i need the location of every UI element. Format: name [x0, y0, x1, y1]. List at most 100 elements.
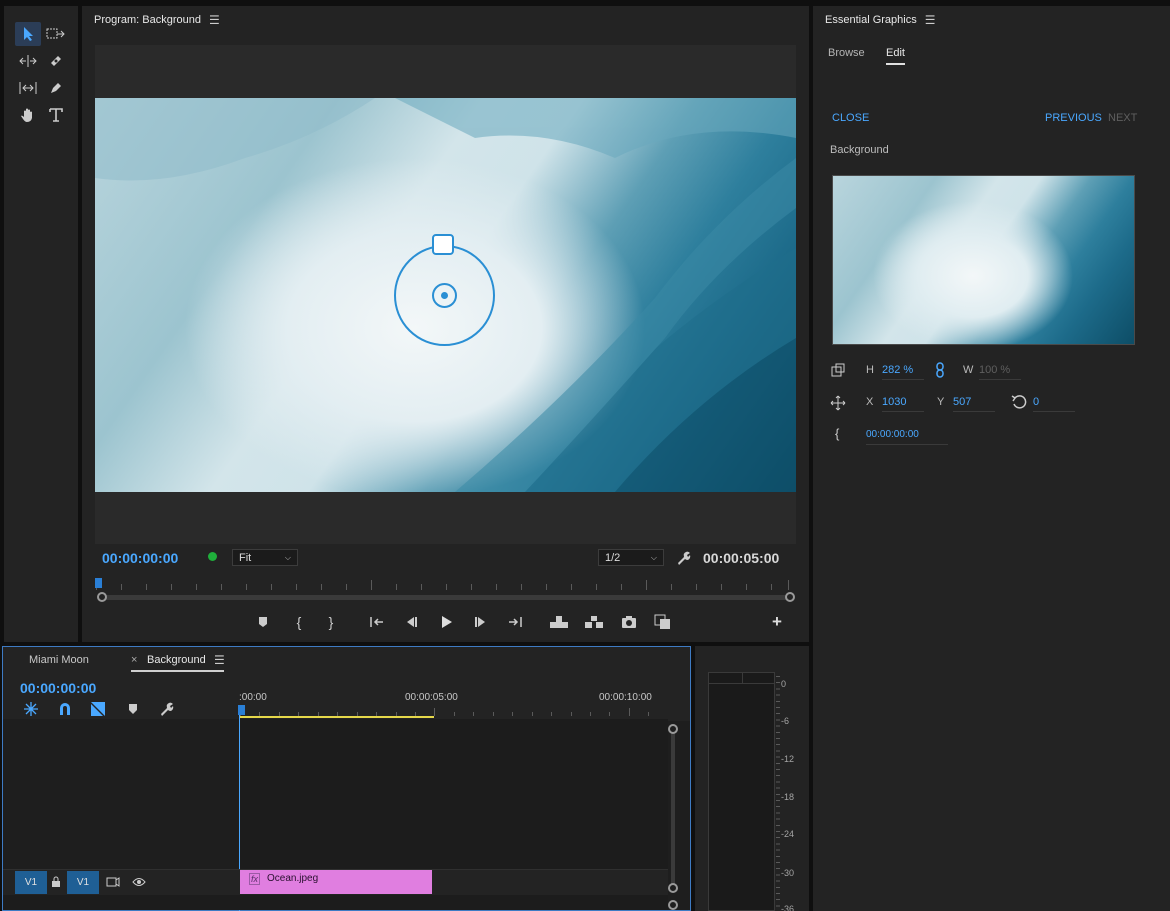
go-to-out-icon[interactable] — [504, 612, 526, 632]
vertical-scrollbar[interactable] — [671, 728, 675, 888]
mark-out-icon[interactable]: } — [320, 612, 342, 632]
timeline-playhead-marker[interactable] — [238, 705, 245, 715]
source-patch-v1[interactable]: V1 — [15, 871, 47, 894]
anchor-point-icon[interactable] — [432, 283, 457, 308]
close-button[interactable]: CLOSE — [832, 112, 869, 124]
work-area-bar[interactable] — [240, 716, 434, 718]
timeline-settings-wrench-icon[interactable] — [159, 701, 175, 717]
rotation-handle[interactable] — [432, 234, 454, 255]
timeline-ruler-ticks[interactable] — [240, 705, 670, 716]
go-to-in-icon[interactable] — [366, 612, 388, 632]
vscroll-handle-lower[interactable] — [668, 900, 678, 910]
panel-title: Essential Graphics — [825, 14, 917, 26]
tab-edit[interactable]: Edit — [886, 47, 905, 65]
mark-in-icon[interactable]: { — [288, 612, 310, 632]
clip-name: Ocean.jpeg — [267, 873, 319, 884]
hand-icon[interactable] — [15, 103, 41, 127]
lift-icon[interactable] — [548, 612, 570, 632]
snap-magnet-icon[interactable] — [57, 701, 73, 717]
monitor-time-ruler[interactable] — [96, 576, 792, 590]
playhead-marker[interactable] — [95, 578, 102, 588]
zoom-level-value: Fit — [239, 551, 252, 564]
duration-timecode: 00:00:05:00 — [703, 550, 780, 566]
resolution-value: 1/2 — [605, 551, 621, 564]
resolution-select[interactable]: 1/2 ⌵ — [598, 549, 664, 566]
tab-miami-moon[interactable]: Miami Moon — [29, 654, 89, 666]
previous-button[interactable]: PREVIOUS — [1045, 112, 1102, 124]
current-timecode[interactable]: 00:00:00:00 — [102, 550, 178, 566]
meter-label-0: 0 — [781, 679, 787, 689]
track-target-v1[interactable]: V1 — [67, 871, 99, 894]
ripple-edit-icon[interactable] — [15, 49, 41, 73]
layer-timecode-field[interactable]: 00:00:00:00 — [866, 429, 948, 445]
layer-name: Background — [830, 144, 889, 156]
track-area[interactable] — [240, 719, 668, 869]
scale-w-label: W — [963, 364, 974, 376]
type-tool-icon[interactable] — [43, 103, 69, 127]
add-marker-icon[interactable] — [252, 612, 274, 632]
track-area-bottom — [3, 895, 668, 910]
position-y-field[interactable]: 507 — [953, 396, 995, 412]
meter-label-36: -36 — [781, 904, 795, 911]
panel-menu-icon[interactable]: ☰ — [214, 653, 225, 667]
panel-menu-icon[interactable]: ☰ — [925, 13, 936, 27]
panel-menu-icon[interactable]: ☰ — [209, 13, 220, 27]
fx-badge: fx — [249, 873, 261, 885]
panel-title: Program: Background — [94, 14, 201, 26]
chevron-down-icon: ⌵ — [284, 552, 291, 562]
next-button[interactable]: NEXT — [1108, 112, 1137, 124]
ruler-label-start: :00:00 — [239, 692, 267, 703]
position-move-icon — [830, 395, 846, 411]
tab-browse[interactable]: Browse — [828, 47, 865, 59]
export-frame-camera-icon[interactable] — [618, 612, 640, 632]
vscroll-handle-top[interactable] — [668, 724, 678, 734]
layer-thumbnail — [832, 175, 1135, 345]
pen-icon[interactable] — [43, 76, 69, 100]
position-x-label: X — [866, 396, 874, 408]
rotation-icon — [1011, 394, 1027, 410]
meter-label-30: -30 — [781, 868, 795, 878]
nest-sequence-icon[interactable] — [23, 701, 39, 717]
sync-lock-icon[interactable] — [106, 876, 120, 888]
vscroll-handle-bottom[interactable] — [668, 883, 678, 893]
link-scale-icon[interactable] — [935, 362, 945, 378]
slip-icon[interactable] — [15, 76, 41, 100]
ruler-label-10s: 00:00:10:00 — [599, 692, 652, 703]
comparison-view-icon[interactable] — [652, 612, 674, 632]
step-back-icon[interactable] — [400, 612, 422, 632]
scale-w-field[interactable]: 100 % — [979, 364, 1021, 380]
step-forward-icon[interactable] — [470, 612, 492, 632]
track-headers — [3, 719, 239, 869]
meter-scale-ticks — [776, 676, 780, 911]
play-icon[interactable] — [435, 612, 457, 632]
extract-icon[interactable] — [583, 612, 605, 632]
meter-label-12: -12 — [781, 754, 795, 764]
scale-h-field[interactable]: 282 % — [882, 364, 924, 380]
zoom-scrollbar[interactable] — [102, 595, 790, 600]
tab-active-underline — [131, 670, 224, 672]
chevron-down-icon: ⌵ — [650, 552, 657, 562]
clip-ocean[interactable]: fx Ocean.jpeg — [240, 870, 432, 894]
lock-track-icon[interactable] — [51, 876, 61, 888]
panel-header: Program: Background ☰ — [94, 13, 220, 27]
essential-graphics-panel: Essential Graphics ☰ Browse Edit CLOSE P… — [813, 6, 1170, 911]
tab-background[interactable]: Background — [147, 654, 206, 666]
meter-label-24: -24 — [781, 829, 795, 839]
razor-icon[interactable] — [43, 49, 69, 73]
linked-selection-icon[interactable] — [90, 701, 106, 717]
scrollbar-handle-left[interactable] — [97, 592, 107, 602]
timeline-timecode[interactable]: 00:00:00:00 — [20, 680, 96, 696]
wrench-icon[interactable] — [676, 550, 692, 566]
position-x-field[interactable]: 1030 — [882, 396, 924, 412]
rotation-field[interactable]: 0 — [1033, 396, 1075, 412]
selection-tool-icon[interactable] — [15, 22, 41, 46]
add-marker-icon[interactable] — [128, 703, 138, 715]
track-select-icon[interactable] — [43, 22, 69, 46]
close-tab-icon[interactable]: × — [131, 654, 137, 666]
position-y-label: Y — [937, 396, 945, 408]
scale-h-label: H — [866, 364, 874, 376]
button-editor-plus-icon[interactable]: + — [766, 612, 788, 632]
toggle-track-output-eye-icon[interactable] — [132, 877, 146, 887]
scrollbar-handle-right[interactable] — [785, 592, 795, 602]
zoom-level-select[interactable]: Fit ⌵ — [232, 549, 298, 566]
